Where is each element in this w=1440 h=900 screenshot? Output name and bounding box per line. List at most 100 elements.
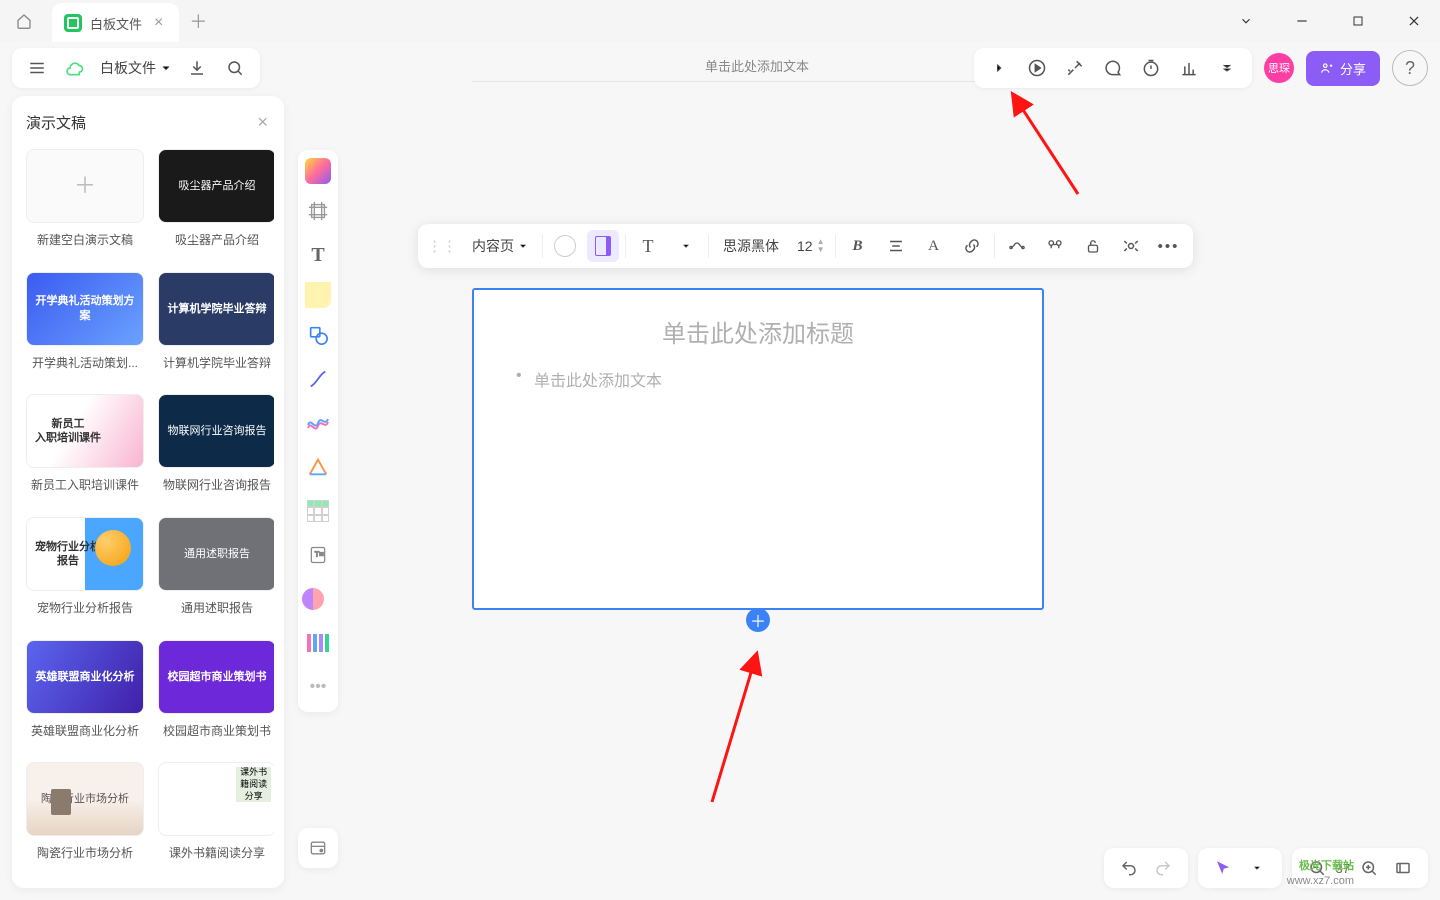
template-label: 通用述职报告	[181, 599, 253, 616]
pen-icon[interactable]	[301, 406, 335, 440]
pointer-icon[interactable]	[1206, 851, 1240, 885]
close-tab-icon[interactable]: ×	[150, 14, 167, 32]
timer-icon[interactable]	[1132, 49, 1170, 87]
template-label: 英雄联盟商业化分析	[31, 722, 139, 739]
expand-left-icon[interactable]	[980, 49, 1018, 87]
sticky-note-icon[interactable]	[305, 282, 331, 308]
format-toolbar: ⋮⋮ 内容页 T 思源黑体 12▲▼ B A •••	[418, 224, 1193, 268]
drag-handle-icon[interactable]: ⋮⋮	[426, 230, 458, 262]
template-label: 宠物行业分析报告	[37, 599, 133, 616]
connector-icon[interactable]	[301, 362, 335, 396]
templates-title: 演示文稿	[26, 112, 86, 133]
text-dropdown-icon[interactable]	[670, 230, 702, 262]
undo-icon[interactable]	[1112, 851, 1146, 885]
layout-select[interactable]: 内容页	[464, 236, 536, 256]
doc-type-icon	[64, 14, 82, 32]
cloud-sync-icon[interactable]	[58, 51, 92, 85]
bold-icon[interactable]: B	[842, 230, 874, 262]
templates-panel: 演示文稿 × ＋新建空白演示文稿吸尘器产品介绍吸尘器产品介绍开学典礼活动策划方案…	[12, 96, 284, 888]
template-item[interactable]: 英雄联盟商业化分析英雄联盟商业化分析	[26, 640, 144, 747]
template-thumb: 开学典礼活动策划方案	[26, 272, 144, 346]
focus-icon[interactable]	[1115, 230, 1147, 262]
more-options-icon[interactable]: •••	[1153, 230, 1185, 262]
text-tool-icon[interactable]: T	[632, 230, 664, 262]
font-color-icon[interactable]: A	[918, 230, 950, 262]
template-label: 物联网行业咨询报告	[163, 476, 271, 493]
template-item[interactable]: 物联网行业咨询报告物联网行业咨询报告	[158, 394, 274, 501]
maximize-icon[interactable]	[1340, 6, 1376, 36]
template-item[interactable]: 新员工 入职培训课件新员工入职培训课件	[26, 394, 144, 501]
close-panel-icon[interactable]: ×	[257, 112, 268, 133]
help-icon[interactable]: ?	[1392, 50, 1428, 86]
template-item[interactable]: 吸尘器产品介绍吸尘器产品介绍	[158, 149, 274, 256]
slide-title-placeholder[interactable]: 单击此处添加标题	[514, 314, 1002, 349]
template-thumb: 陶瓷行业市场分析	[26, 762, 144, 836]
play-icon[interactable]	[1018, 49, 1056, 87]
zoom-controls: 37	[1292, 848, 1428, 888]
ai-icon[interactable]	[1001, 230, 1033, 262]
card-icon[interactable]	[301, 582, 335, 616]
template-item[interactable]: 校园超市商业策划书校园超市商业策划书	[158, 640, 274, 747]
template-label: 新建空白演示文稿	[37, 231, 133, 248]
avatar[interactable]: 思琛	[1264, 53, 1294, 83]
download-icon[interactable]	[180, 51, 214, 85]
more-chevron-icon[interactable]	[1208, 49, 1246, 87]
chart-icon[interactable]	[1170, 49, 1208, 87]
lock-icon[interactable]	[1077, 230, 1109, 262]
close-window-icon[interactable]	[1396, 6, 1432, 36]
zoom-out-icon[interactable]	[1300, 851, 1334, 885]
table-icon[interactable]	[301, 494, 335, 528]
comment-icon[interactable]	[1094, 49, 1132, 87]
template-item[interactable]: 宠物行业分析 报告宠物行业分析报告	[26, 517, 144, 624]
font-size-select[interactable]: 12▲▼	[793, 238, 829, 254]
theme-icon[interactable]	[305, 158, 331, 184]
zoom-in-icon[interactable]	[1352, 851, 1386, 885]
template-item[interactable]: 计算机学院毕业答辩计算机学院毕业答辩	[158, 272, 274, 379]
template-item[interactable]: 陶瓷行业市场分析陶瓷行业市场分析	[26, 762, 144, 869]
template-thumb: 宠物行业分析 报告	[26, 517, 144, 591]
pointer-dropdown-icon[interactable]	[1240, 851, 1274, 885]
template-label: 新员工入职培训课件	[31, 476, 139, 493]
fill-none-icon[interactable]	[549, 230, 581, 262]
share-button[interactable]: 分享	[1306, 51, 1380, 86]
template-item[interactable]: 通用述职报告通用述职报告	[158, 517, 274, 624]
more-icon[interactable]: •••	[301, 670, 335, 704]
add-slide-button[interactable]: ＋	[746, 608, 770, 632]
collapse-icon[interactable]	[1228, 6, 1264, 36]
layers-panel-icon[interactable]	[298, 828, 338, 868]
share-label: 分享	[1340, 59, 1366, 78]
template-item[interactable]: ＋新建空白演示文稿	[26, 149, 144, 256]
template-item[interactable]: 开学典礼活动策划方案开学典礼活动策划...	[26, 272, 144, 379]
minimize-icon[interactable]	[1284, 6, 1320, 36]
home-icon[interactable]	[8, 5, 40, 37]
menu-icon[interactable]	[20, 51, 54, 85]
template-thumb: 课外书籍阅读 分享	[158, 762, 274, 836]
diagram-icon[interactable]	[301, 450, 335, 484]
template-thumb: 物联网行业咨询报告	[158, 394, 274, 468]
new-tab-button[interactable]: ＋	[189, 8, 207, 34]
fill-style-icon[interactable]	[587, 230, 619, 262]
previous-slide-peek: 单击此处添加文本	[472, 42, 1042, 82]
search-icon[interactable]	[218, 51, 252, 85]
document-name[interactable]: 白板文件	[96, 58, 176, 78]
document-tab[interactable]: 白板文件 ×	[52, 3, 179, 43]
text-block-icon[interactable]: T≡	[301, 538, 335, 572]
template-label: 开学典礼活动策划...	[32, 354, 138, 371]
fit-icon[interactable]	[1386, 851, 1420, 885]
frame-icon[interactable]	[301, 194, 335, 228]
template-label: 课外书籍阅读分享	[169, 844, 265, 861]
group-icon[interactable]	[1039, 230, 1071, 262]
font-family-select[interactable]: 思源黑体	[715, 236, 787, 256]
shapes-icon[interactable]	[301, 318, 335, 352]
effects-icon[interactable]	[1056, 49, 1094, 87]
text-icon[interactable]: T	[301, 238, 335, 272]
slide-body-placeholder[interactable]: 单击此处添加文本	[514, 367, 1002, 391]
zoom-level[interactable]: 37	[1334, 851, 1352, 885]
layout-icon[interactable]	[301, 626, 335, 660]
template-item[interactable]: 课外书籍阅读 分享课外书籍阅读分享	[158, 762, 274, 869]
template-label: 吸尘器产品介绍	[175, 231, 259, 248]
align-icon[interactable]	[880, 230, 912, 262]
selected-slide[interactable]: 单击此处添加标题 单击此处添加文本 ＋	[472, 288, 1044, 610]
link-icon[interactable]	[956, 230, 988, 262]
redo-icon[interactable]	[1146, 851, 1180, 885]
